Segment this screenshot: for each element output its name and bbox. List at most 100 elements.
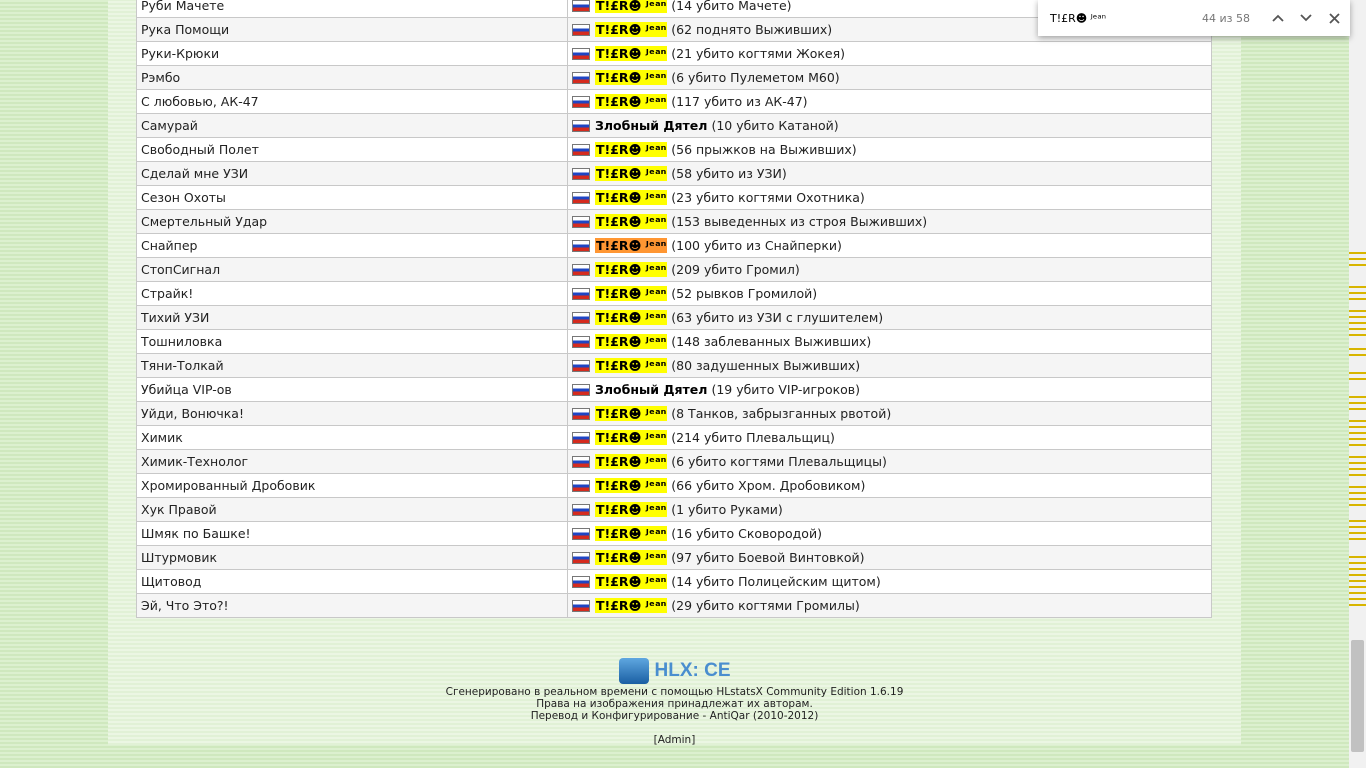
player-link[interactable]: Злобный Дятел	[595, 118, 707, 133]
find-match-count: 44 из 58	[1202, 11, 1250, 25]
russia-flag-icon	[572, 168, 590, 180]
award-detail: (10 убито Катаной)	[711, 118, 839, 133]
russia-flag-icon	[572, 144, 590, 156]
table-row: С любовью, АК-47 T!£R☻ ᴶᵉᵃⁿ (117 убито из…	[136, 89, 1212, 114]
table-row: Руки-Крюки T!£R☻ ᴶᵉᵃⁿ (21 убито когтями Ж…	[136, 41, 1212, 66]
scrollbar-match-marker	[1349, 298, 1366, 300]
close-icon[interactable]	[1320, 4, 1348, 32]
chevron-up-icon[interactable]	[1264, 4, 1292, 32]
table-row: Щитовод T!£R☻ ᴶᵉᵃⁿ (14 убито Полицейским …	[136, 569, 1212, 594]
player-link[interactable]: T!£R☻ ᴶᵉᵃⁿ	[595, 454, 668, 469]
award-winner: T!£R☻ ᴶᵉᵃⁿ (153 выведенных из строя Выжи…	[567, 209, 1212, 234]
player-link[interactable]: T!£R☻ ᴶᵉᵃⁿ	[595, 526, 668, 541]
award-name: Сезон Охоты	[136, 185, 568, 210]
russia-flag-icon	[572, 312, 590, 324]
russia-flag-icon	[572, 336, 590, 348]
table-row: Хромированный Дробовик T!£R☻ ᴶᵉᵃⁿ (66 уби…	[136, 473, 1212, 498]
player-link[interactable]: T!£R☻ ᴶᵉᵃⁿ	[595, 574, 668, 589]
award-detail: (16 убито Сковородой)	[671, 526, 822, 541]
award-winner: T!£R☻ ᴶᵉᵃⁿ (1 убито Руками)	[567, 497, 1212, 522]
scrollbar-match-marker	[1349, 426, 1366, 428]
player-link[interactable]: Злобный Дятел	[595, 382, 707, 397]
player-link[interactable]: T!£R☻ ᴶᵉᵃⁿ	[595, 22, 668, 37]
award-name: Страйк!	[136, 281, 568, 306]
russia-flag-icon	[572, 72, 590, 84]
scrollbar-match-marker	[1349, 310, 1366, 312]
award-winner: Злобный Дятел (19 убито VIP-игроков)	[567, 377, 1212, 402]
russia-flag-icon	[572, 120, 590, 132]
award-name: Уйди, Вонючка!	[136, 401, 568, 426]
player-link[interactable]: T!£R☻ ᴶᵉᵃⁿ	[595, 238, 668, 253]
russia-flag-icon	[572, 264, 590, 276]
award-detail: (8 Танков, забрызганных рвотой)	[671, 406, 892, 421]
scrollbar-match-marker	[1349, 538, 1366, 540]
player-link[interactable]: T!£R☻ ᴶᵉᵃⁿ	[595, 430, 668, 445]
scrollbar-match-marker	[1349, 322, 1366, 324]
award-winner: T!£R☻ ᴶᵉᵃⁿ (80 задушенных Выживших)	[567, 353, 1212, 378]
table-row: Хук Правой T!£R☻ ᴶᵉᵃⁿ (1 убито Руками)	[136, 497, 1212, 522]
award-winner: T!£R☻ ᴶᵉᵃⁿ (8 Танков, забрызганных рвото…	[567, 401, 1212, 426]
award-winner: T!£R☻ ᴶᵉᵃⁿ (58 убито из УЗИ)	[567, 161, 1212, 186]
find-bar: T!£R☻ ᴶᵉᵃⁿ 44 из 58	[1038, 0, 1350, 36]
scrollbar-thumb[interactable]	[1351, 640, 1364, 752]
hlx-logo-icon	[618, 658, 649, 684]
player-link[interactable]: T!£R☻ ᴶᵉᵃⁿ	[595, 286, 668, 301]
award-detail: (6 убито когтями Плевальщицы)	[671, 454, 887, 469]
award-name: Рэмбо	[136, 65, 568, 90]
player-link[interactable]: T!£R☻ ᴶᵉᵃⁿ	[595, 334, 668, 349]
footer-generated-text: Сгенерировано в реальном времени с помощ…	[445, 686, 904, 698]
russia-flag-icon	[572, 432, 590, 444]
scrollbar-match-marker	[1349, 532, 1366, 534]
award-name: Самурай	[136, 113, 568, 138]
player-link[interactable]: T!£R☻ ᴶᵉᵃⁿ	[595, 70, 668, 85]
player-link[interactable]: T!£R☻ ᴶᵉᵃⁿ	[595, 214, 668, 229]
scrollbar-match-marker	[1349, 348, 1366, 350]
player-link[interactable]: T!£R☻ ᴶᵉᵃⁿ	[595, 142, 668, 157]
player-link[interactable]: T!£R☻ ᴶᵉᵃⁿ	[595, 94, 668, 109]
award-detail: (117 убито из АК-47)	[671, 94, 808, 109]
russia-flag-icon	[572, 288, 590, 300]
scrollbar-match-marker	[1349, 258, 1366, 260]
scrollbar-match-marker	[1349, 372, 1366, 374]
player-link[interactable]: T!£R☻ ᴶᵉᵃⁿ	[595, 502, 668, 517]
award-name: Сделай мне УЗИ	[136, 161, 568, 186]
player-link[interactable]: T!£R☻ ᴶᵉᵃⁿ	[595, 478, 668, 493]
award-name: Руки-Крюки	[136, 41, 568, 66]
player-link[interactable]: T!£R☻ ᴶᵉᵃⁿ	[595, 262, 668, 277]
award-name: Смертельный Удар	[136, 209, 568, 234]
find-input[interactable]: T!£R☻ ᴶᵉᵃⁿ	[1050, 12, 1190, 25]
player-link[interactable]: T!£R☻ ᴶᵉᵃⁿ	[595, 550, 668, 565]
player-link[interactable]: T!£R☻ ᴶᵉᵃⁿ	[595, 598, 668, 613]
player-link[interactable]: T!£R☻ ᴶᵉᵃⁿ	[595, 0, 668, 13]
awards-table: Руби Мачете T!£R☻ ᴶᵉᵃⁿ (14 убито Мачете) Р…	[136, 0, 1212, 618]
chevron-down-icon[interactable]	[1292, 4, 1320, 32]
table-row: Химик T!£R☻ ᴶᵉᵃⁿ (214 убито Плевальщиц)	[136, 425, 1212, 450]
award-name: СтопСигнал	[136, 257, 568, 282]
player-link[interactable]: T!£R☻ ᴶᵉᵃⁿ	[595, 166, 668, 181]
award-winner: T!£R☻ ᴶᵉᵃⁿ (214 убито Плевальщиц)	[567, 425, 1212, 450]
scrollbar-match-marker	[1349, 574, 1366, 576]
scrollbar-match-marker	[1349, 354, 1366, 356]
scrollbar-match-marker	[1349, 264, 1366, 266]
award-detail: (97 убито Боевой Винтовкой)	[671, 550, 865, 565]
player-link[interactable]: T!£R☻ ᴶᵉᵃⁿ	[595, 406, 668, 421]
award-detail: (214 убито Плевальщиц)	[671, 430, 835, 445]
award-name: Руби Мачете	[136, 0, 568, 18]
award-winner: T!£R☻ ᴶᵉᵃⁿ (100 убито из Снайперки)	[567, 233, 1212, 258]
award-name: Химик	[136, 425, 568, 450]
player-link[interactable]: T!£R☻ ᴶᵉᵃⁿ	[595, 358, 668, 373]
scrollbar-match-marker	[1349, 408, 1366, 410]
award-detail: (148 заблеванных Выживших)	[671, 334, 872, 349]
admin-link[interactable]: [Admin]	[108, 734, 1241, 746]
award-name: Штурмовик	[136, 545, 568, 570]
award-winner: T!£R☻ ᴶᵉᵃⁿ (148 заблеванных Выживших)	[567, 329, 1212, 354]
player-link[interactable]: T!£R☻ ᴶᵉᵃⁿ	[595, 46, 668, 61]
player-link[interactable]: T!£R☻ ᴶᵉᵃⁿ	[595, 310, 668, 325]
scrollbar-match-marker	[1349, 562, 1366, 564]
award-winner: T!£R☻ ᴶᵉᵃⁿ (56 прыжков на Выживших)	[567, 137, 1212, 162]
russia-flag-icon	[572, 576, 590, 588]
player-link[interactable]: T!£R☻ ᴶᵉᵃⁿ	[595, 190, 668, 205]
hlx-logo[interactable]: HLX: CE	[108, 656, 1241, 686]
scrollbar-match-marker	[1349, 504, 1366, 506]
scrollbar-match-marker	[1349, 420, 1366, 422]
